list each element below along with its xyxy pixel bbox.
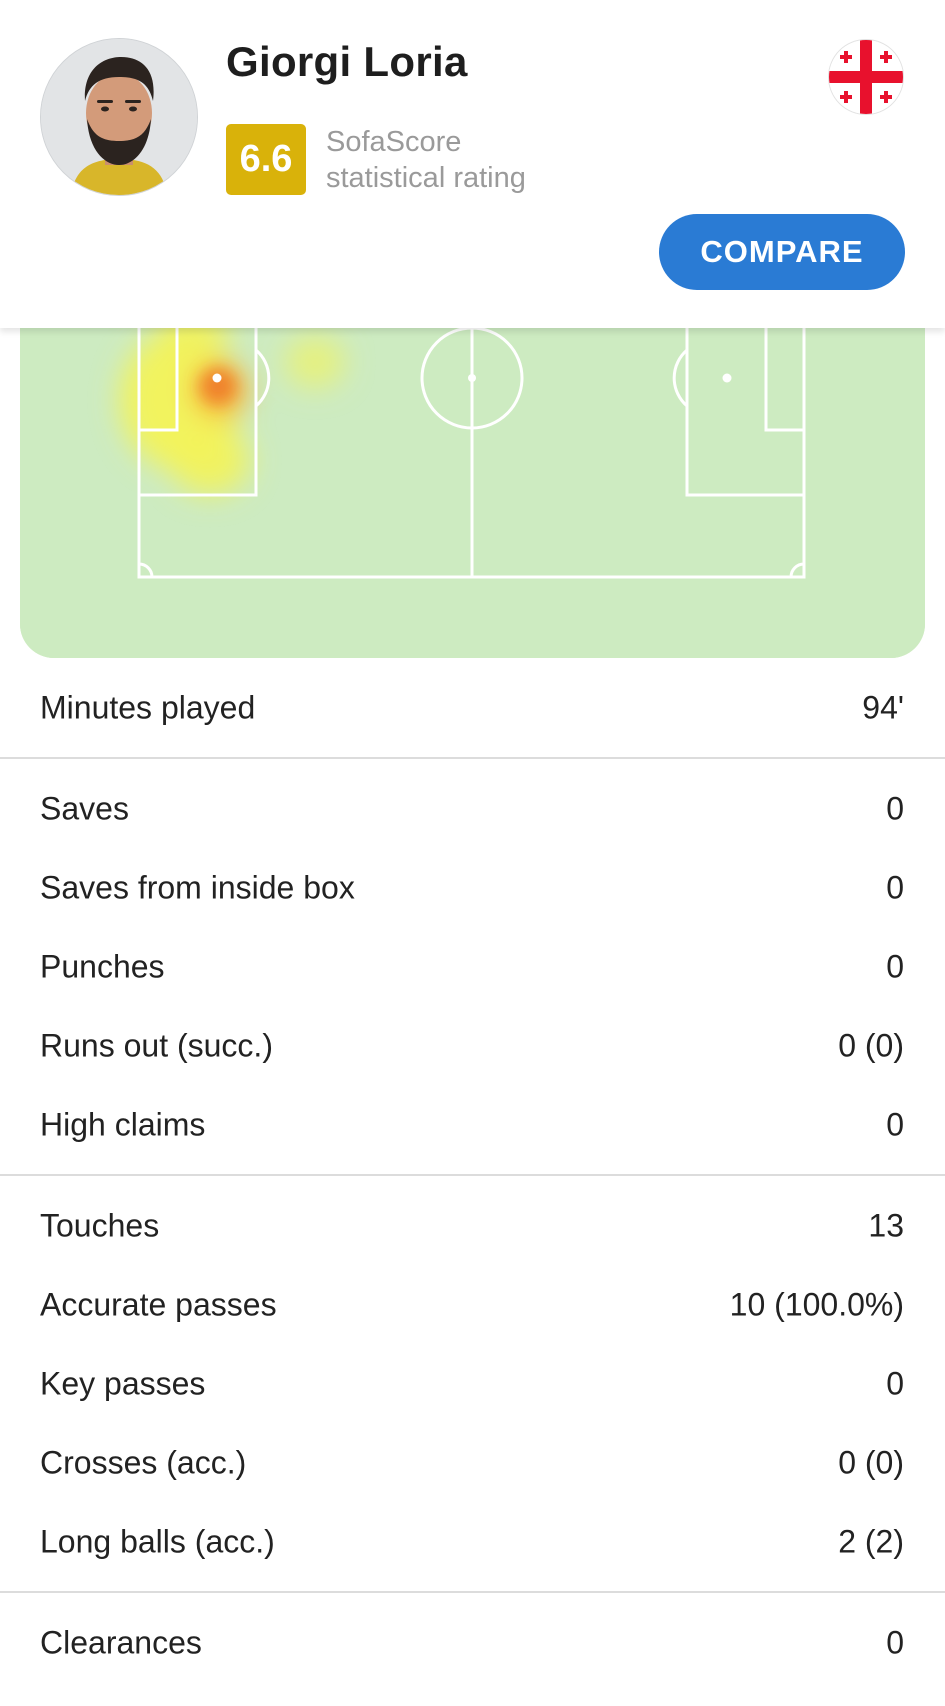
stats-list: Minutes played 94' Saves 0 Saves from in…: [0, 668, 945, 1682]
heatmap-pitch: [20, 290, 925, 658]
stat-label: Saves: [40, 790, 129, 826]
compare-button[interactable]: COMPARE: [659, 214, 905, 290]
stat-label: Crosses (acc.): [40, 1444, 247, 1480]
stat-label: Accurate passes: [40, 1286, 277, 1322]
georgia-flag-icon: [829, 40, 903, 114]
stat-row-accurate-passes: Accurate passes 10 (100.0%): [0, 1265, 945, 1344]
stat-row-minutes-played: Minutes played 94': [0, 668, 945, 747]
stat-row-long-balls: Long balls (acc.) 2 (2): [0, 1502, 945, 1581]
rating-label-line2: statistical rating: [326, 162, 526, 194]
rating-label-line1: SofaScore: [326, 126, 462, 158]
stat-label: Touches: [40, 1207, 160, 1243]
stat-row-high-claims: High claims 0: [0, 1085, 945, 1164]
divider: [0, 757, 945, 759]
player-name: Giorgi Loria: [226, 38, 468, 85]
stat-value: 0 (0): [838, 1444, 904, 1480]
stat-row-saves-inside-box: Saves from inside box 0: [0, 848, 945, 927]
stat-row-clearances: Clearances 0: [0, 1603, 945, 1682]
rating-label: SofaScore statistical rating: [326, 124, 586, 196]
stat-label: Saves from inside box: [40, 869, 355, 905]
stat-label: Key passes: [40, 1365, 206, 1401]
stat-row-saves: Saves 0: [0, 769, 945, 848]
divider: [0, 1174, 945, 1176]
stat-label: Clearances: [40, 1624, 202, 1660]
stat-value: 0: [886, 790, 904, 826]
player-header: Giorgi Loria 6.6 SofaScore statistical r…: [0, 0, 945, 328]
stat-label: Runs out (succ.): [40, 1027, 273, 1063]
stat-label: Punches: [40, 948, 165, 984]
player-heatmap: [20, 290, 925, 658]
stat-value: 0: [886, 869, 904, 905]
stat-row-punches: Punches 0: [0, 927, 945, 1006]
stat-value: 10 (100.0%): [729, 1286, 904, 1322]
rating-badge: 6.6: [226, 124, 306, 195]
stat-value: 0: [886, 1365, 904, 1401]
avatar-photo: [41, 39, 197, 195]
stat-value: 13: [868, 1207, 904, 1243]
stat-label: Minutes played: [40, 689, 256, 725]
stat-value: 0: [886, 1106, 904, 1142]
divider: [0, 1591, 945, 1593]
stat-row-crosses: Crosses (acc.) 0 (0): [0, 1423, 945, 1502]
stat-value: 94': [862, 689, 904, 725]
player-avatar: [40, 38, 198, 196]
stat-value: 0: [886, 1624, 904, 1660]
stat-row-key-passes: Key passes 0: [0, 1344, 945, 1423]
stat-label: High claims: [40, 1106, 206, 1142]
stat-row-runs-out: Runs out (succ.) 0 (0): [0, 1006, 945, 1085]
stat-row-touches: Touches 13: [0, 1186, 945, 1265]
stat-value: 0: [886, 948, 904, 984]
stat-label: Long balls (acc.): [40, 1523, 275, 1559]
stat-value: 2 (2): [838, 1523, 904, 1559]
stat-value: 0 (0): [838, 1027, 904, 1063]
